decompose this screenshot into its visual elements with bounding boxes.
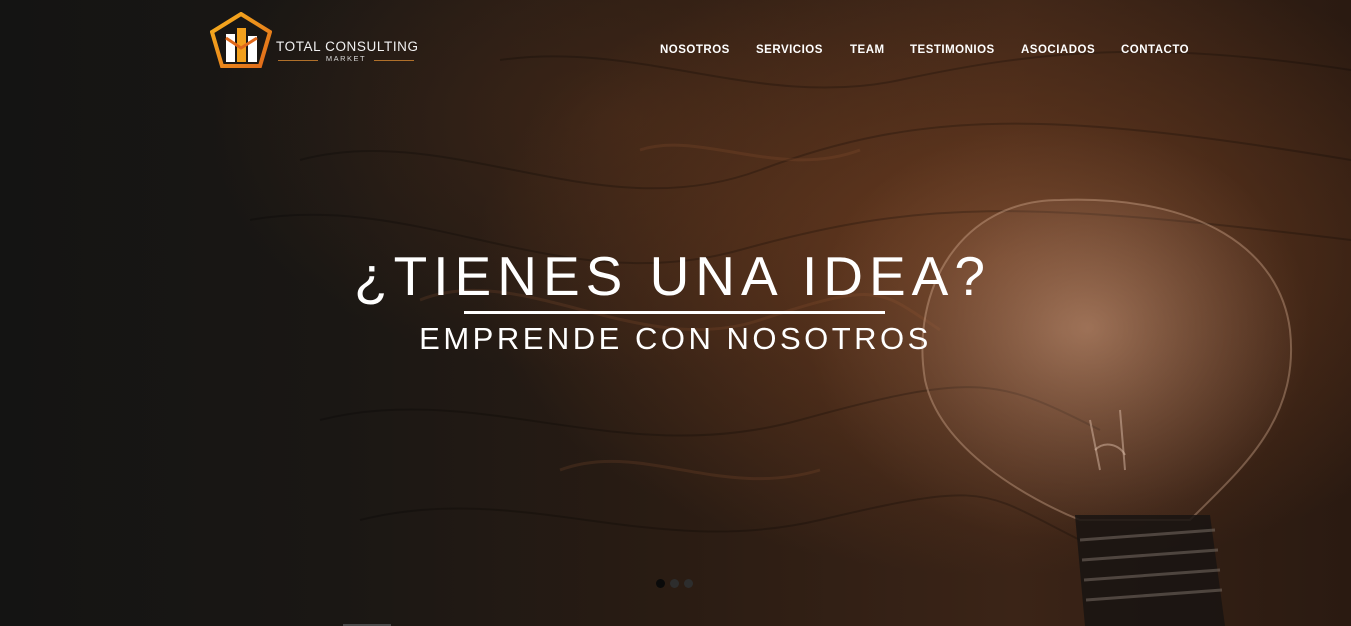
slider-dot-2[interactable] bbox=[670, 579, 679, 588]
nav-item-testimonios[interactable]: TESTIMONIOS bbox=[910, 44, 995, 56]
nav-item-servicios[interactable]: SERVICIOS bbox=[756, 44, 823, 56]
hero-headline: ¿TIENES UNA IDEA? bbox=[0, 244, 1351, 308]
main-navigation: NOSOTROS SERVICIOS TEAM TESTIMONIOS ASOC… bbox=[0, 44, 1351, 60]
hero-subline: EMPRENDE CON NOSOTROS bbox=[419, 321, 932, 356]
headline-underline bbox=[464, 311, 885, 314]
nav-item-asociados[interactable]: ASOCIADOS bbox=[1021, 44, 1095, 56]
nav-item-nosotros[interactable]: NOSOTROS bbox=[660, 44, 730, 56]
slider-dot-1[interactable] bbox=[656, 579, 665, 588]
nav-item-contacto[interactable]: CONTACTO bbox=[1121, 44, 1189, 56]
slider-dot-3[interactable] bbox=[684, 579, 693, 588]
nav-item-team[interactable]: TEAM bbox=[850, 44, 885, 56]
hero-headline-text: ¿TIENES UNA IDEA? bbox=[354, 245, 991, 307]
